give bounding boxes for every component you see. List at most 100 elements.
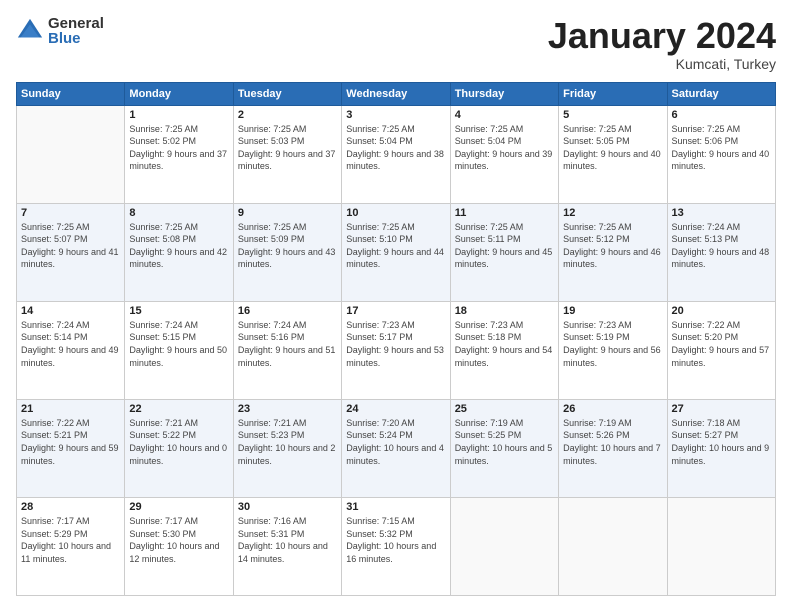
calendar-cell — [450, 497, 558, 595]
day-info: Sunrise: 7:15 AMSunset: 5:32 PMDaylight:… — [346, 515, 445, 565]
calendar-cell: 17 Sunrise: 7:23 AMSunset: 5:17 PMDayligh… — [342, 301, 450, 399]
week-row: 7Sunrise: 7:25 AMSunset: 5:07 PMDaylight… — [17, 203, 776, 301]
day-number: 31 — [346, 501, 445, 513]
weekday-header: Friday — [559, 82, 667, 105]
calendar-cell: 28 Sunrise: 7:17 AMSunset: 5:29 PMDayligh… — [17, 497, 125, 595]
calendar-cell: 19 Sunrise: 7:23 AMSunset: 5:19 PMDayligh… — [559, 301, 667, 399]
calendar-cell: 3 Sunrise: 7:25 AMSunset: 5:04 PMDaylight… — [342, 105, 450, 203]
calendar-cell: 30 Sunrise: 7:16 AMSunset: 5:31 PMDayligh… — [233, 497, 341, 595]
calendar-cell: 6Sunrise: 7:25 AMSunset: 5:06 PMDaylight… — [667, 105, 775, 203]
day-info: Sunrise: 7:16 AMSunset: 5:31 PMDaylight:… — [238, 515, 337, 565]
day-number: 5 — [563, 109, 662, 121]
calendar-cell: 10Sunrise: 7:25 AMSunset: 5:10 PMDayligh… — [342, 203, 450, 301]
weekday-header: Thursday — [450, 82, 558, 105]
day-info: Sunrise: 7:25 AMSunset: 5:11 PMDaylight:… — [455, 221, 554, 271]
calendar-cell: 11 Sunrise: 7:25 AMSunset: 5:11 PMDayligh… — [450, 203, 558, 301]
header: General Blue January 2024 Kumcati, Turke… — [16, 16, 776, 72]
day-number: 9 — [238, 207, 337, 219]
day-info: Sunrise: 7:25 AMSunset: 5:04 PMDaylight:… — [346, 123, 445, 173]
day-info: Sunrise: 7:20 AMSunset: 5:24 PMDaylight:… — [346, 417, 445, 467]
calendar-cell: 2 Sunrise: 7:25 AMSunset: 5:03 PMDaylight… — [233, 105, 341, 203]
day-info: Sunrise: 7:25 AMSunset: 5:04 PMDaylight:… — [455, 123, 554, 173]
day-info: Sunrise: 7:23 AMSunset: 5:17 PMDaylight:… — [346, 319, 445, 369]
calendar-cell: 8 Sunrise: 7:25 AMSunset: 5:08 PMDaylight… — [125, 203, 233, 301]
day-info: Sunrise: 7:25 AMSunset: 5:12 PMDaylight:… — [563, 221, 662, 271]
day-number: 12 — [563, 207, 662, 219]
day-number: 21 — [21, 403, 120, 415]
day-info: Sunrise: 7:24 AMSunset: 5:15 PMDaylight:… — [129, 319, 228, 369]
calendar-cell: 7Sunrise: 7:25 AMSunset: 5:07 PMDaylight… — [17, 203, 125, 301]
logo-text: General Blue — [48, 16, 104, 46]
day-number: 22 — [129, 403, 228, 415]
calendar-cell: 12 Sunrise: 7:25 AMSunset: 5:12 PMDayligh… — [559, 203, 667, 301]
day-number: 25 — [455, 403, 554, 415]
day-number: 19 — [563, 305, 662, 317]
calendar-cell: 15Sunrise: 7:24 AMSunset: 5:15 PMDayligh… — [125, 301, 233, 399]
day-number: 16 — [238, 305, 337, 317]
calendar-cell: 4 Sunrise: 7:25 AMSunset: 5:04 PMDaylight… — [450, 105, 558, 203]
day-number: 17 — [346, 305, 445, 317]
calendar-cell: 25Sunrise: 7:19 AMSunset: 5:25 PMDayligh… — [450, 399, 558, 497]
month-year: January 2024 — [548, 16, 776, 56]
page: General Blue January 2024 Kumcati, Turke… — [0, 0, 792, 612]
day-number: 11 — [455, 207, 554, 219]
day-info: Sunrise: 7:25 AMSunset: 5:02 PMDaylight:… — [129, 123, 228, 173]
day-number: 10 — [346, 207, 445, 219]
day-info: Sunrise: 7:24 AMSunset: 5:16 PMDaylight:… — [238, 319, 337, 369]
week-row: 14Sunrise: 7:24 AMSunset: 5:14 PMDayligh… — [17, 301, 776, 399]
calendar: SundayMondayTuesdayWednesdayThursdayFrid… — [16, 82, 776, 596]
calendar-cell: 23Sunrise: 7:21 AMSunset: 5:23 PMDayligh… — [233, 399, 341, 497]
weekday-header: Tuesday — [233, 82, 341, 105]
weekday-header: Wednesday — [342, 82, 450, 105]
day-number: 26 — [563, 403, 662, 415]
day-number: 27 — [672, 403, 771, 415]
calendar-cell — [667, 497, 775, 595]
calendar-cell: 9Sunrise: 7:25 AMSunset: 5:09 PMDaylight… — [233, 203, 341, 301]
day-info: Sunrise: 7:17 AMSunset: 5:29 PMDaylight:… — [21, 515, 120, 565]
day-info: Sunrise: 7:25 AMSunset: 5:03 PMDaylight:… — [238, 123, 337, 173]
day-info: Sunrise: 7:24 AMSunset: 5:13 PMDaylight:… — [672, 221, 771, 271]
day-info: Sunrise: 7:22 AMSunset: 5:20 PMDaylight:… — [672, 319, 771, 369]
day-info: Sunrise: 7:25 AMSunset: 5:08 PMDaylight:… — [129, 221, 228, 271]
calendar-cell: 13 Sunrise: 7:24 AMSunset: 5:13 PMDayligh… — [667, 203, 775, 301]
day-info: Sunrise: 7:19 AMSunset: 5:26 PMDaylight:… — [563, 417, 662, 467]
day-number: 24 — [346, 403, 445, 415]
day-number: 3 — [346, 109, 445, 121]
location: Kumcati, Turkey — [548, 56, 776, 72]
calendar-cell: 20Sunrise: 7:22 AMSunset: 5:20 PMDayligh… — [667, 301, 775, 399]
day-info: Sunrise: 7:17 AMSunset: 5:30 PMDaylight:… — [129, 515, 228, 565]
calendar-cell — [17, 105, 125, 203]
day-number: 8 — [129, 207, 228, 219]
calendar-cell: 31 Sunrise: 7:15 AMSunset: 5:32 PMDayligh… — [342, 497, 450, 595]
day-number: 6 — [672, 109, 771, 121]
calendar-cell: 29 Sunrise: 7:17 AMSunset: 5:30 PMDayligh… — [125, 497, 233, 595]
day-number: 23 — [238, 403, 337, 415]
day-info: Sunrise: 7:25 AMSunset: 5:05 PMDaylight:… — [563, 123, 662, 173]
day-number: 1 — [129, 109, 228, 121]
day-number: 13 — [672, 207, 771, 219]
week-row: 21Sunrise: 7:22 AMSunset: 5:21 PMDayligh… — [17, 399, 776, 497]
day-info: Sunrise: 7:24 AMSunset: 5:14 PMDaylight:… — [21, 319, 120, 369]
calendar-cell: 24 Sunrise: 7:20 AMSunset: 5:24 PMDayligh… — [342, 399, 450, 497]
logo-icon — [16, 17, 44, 45]
calendar-cell: 1 Sunrise: 7:25 AMSunset: 5:02 PMDaylight… — [125, 105, 233, 203]
weekday-header: Sunday — [17, 82, 125, 105]
calendar-cell: 21Sunrise: 7:22 AMSunset: 5:21 PMDayligh… — [17, 399, 125, 497]
calendar-cell: 22 Sunrise: 7:21 AMSunset: 5:22 PMDayligh… — [125, 399, 233, 497]
day-number: 30 — [238, 501, 337, 513]
day-number: 2 — [238, 109, 337, 121]
day-number: 4 — [455, 109, 554, 121]
day-info: Sunrise: 7:23 AMSunset: 5:19 PMDaylight:… — [563, 319, 662, 369]
calendar-cell: 18Sunrise: 7:23 AMSunset: 5:18 PMDayligh… — [450, 301, 558, 399]
title-block: January 2024 Kumcati, Turkey — [548, 16, 776, 72]
day-number: 28 — [21, 501, 120, 513]
logo: General Blue — [16, 16, 104, 46]
day-number: 7 — [21, 207, 120, 219]
day-info: Sunrise: 7:18 AMSunset: 5:27 PMDaylight:… — [672, 417, 771, 467]
day-info: Sunrise: 7:21 AMSunset: 5:22 PMDaylight:… — [129, 417, 228, 467]
calendar-cell: 27 Sunrise: 7:18 AMSunset: 5:27 PMDayligh… — [667, 399, 775, 497]
day-number: 29 — [129, 501, 228, 513]
calendar-cell: 14Sunrise: 7:24 AMSunset: 5:14 PMDayligh… — [17, 301, 125, 399]
calendar-cell: 16 Sunrise: 7:24 AMSunset: 5:16 PMDayligh… — [233, 301, 341, 399]
week-row: 28 Sunrise: 7:17 AMSunset: 5:29 PMDayligh… — [17, 497, 776, 595]
